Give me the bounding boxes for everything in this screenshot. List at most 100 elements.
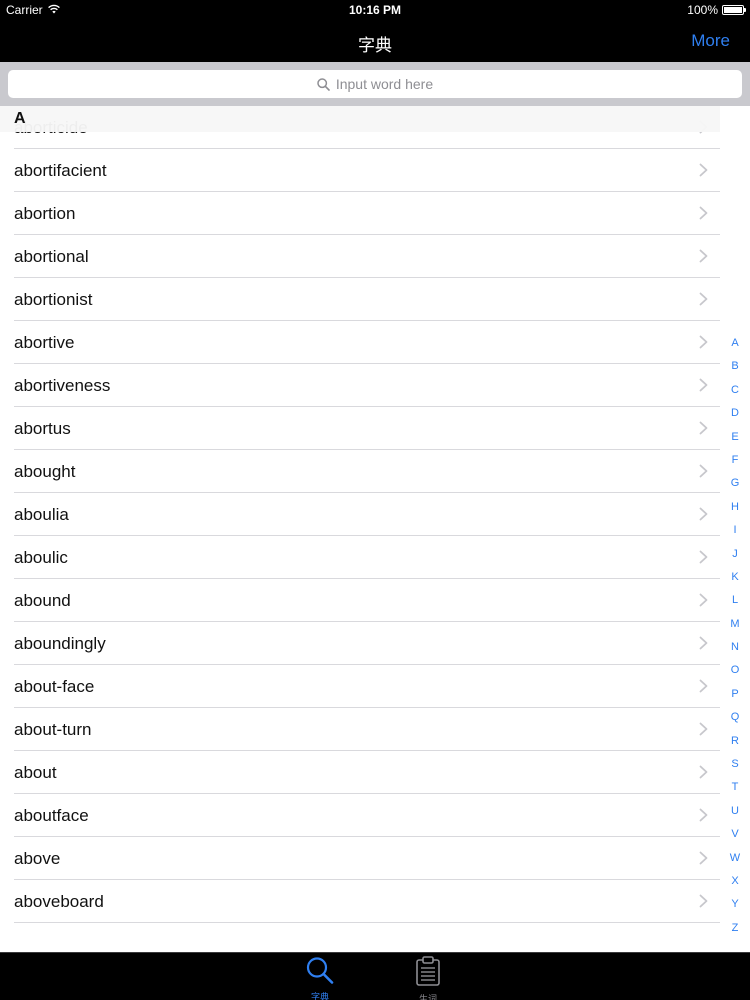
word-label: aboundingly: [14, 634, 106, 653]
chevron-right-icon: [699, 636, 708, 650]
word-label: about-face: [14, 677, 95, 696]
word-row[interactable]: about-turn: [14, 708, 720, 751]
chevron-right-icon: [699, 464, 708, 478]
word-row[interactable]: above: [14, 837, 720, 880]
more-button[interactable]: More: [691, 31, 730, 51]
word-row[interactable]: abortus: [14, 407, 720, 450]
word-row[interactable]: aboulic: [14, 536, 720, 579]
word-rows: abortaborticideabortifacientabortionabor…: [0, 106, 720, 923]
battery-icon: [722, 5, 746, 15]
index-letter[interactable]: X: [728, 874, 742, 897]
magnifier-icon: [305, 957, 335, 988]
word-row[interactable]: abortive: [14, 321, 720, 364]
index-letter[interactable]: B: [728, 359, 742, 382]
chevron-right-icon: [699, 249, 708, 263]
word-label: abound: [14, 591, 71, 610]
index-letter[interactable]: P: [728, 687, 742, 710]
index-letter[interactable]: L: [728, 593, 742, 616]
app-screen: Carrier 10:16 PM 100% 字典 More Input word…: [0, 0, 750, 1000]
word-row[interactable]: about: [14, 751, 720, 794]
index-letter[interactable]: E: [728, 430, 742, 453]
index-letter[interactable]: D: [728, 406, 742, 429]
chevron-right-icon: [699, 894, 708, 908]
index-letter[interactable]: R: [728, 734, 742, 757]
search-bar: Input word here: [0, 62, 750, 106]
index-letter[interactable]: Q: [728, 710, 742, 733]
battery-fill: [724, 7, 742, 13]
tab-bar: 字典 生词: [0, 952, 750, 1000]
index-letter[interactable]: U: [728, 804, 742, 827]
word-label: aboveboard: [14, 892, 104, 911]
word-label: abortiveness: [14, 376, 111, 395]
word-label: above: [14, 849, 61, 868]
tab-vocabulary-label: 生词: [418, 994, 437, 1000]
index-letter[interactable]: Z: [728, 921, 742, 944]
word-label: aboutface: [14, 806, 89, 825]
word-list: A abortaborticideabortifacientabortionab…: [0, 106, 750, 952]
chevron-right-icon: [699, 378, 708, 392]
word-label: abortional: [14, 247, 89, 266]
chevron-right-icon: [699, 335, 708, 349]
chevron-right-icon: [699, 421, 708, 435]
nav-title: 字典: [358, 36, 392, 55]
index-letter[interactable]: F: [728, 453, 742, 476]
tab-vocabulary[interactable]: 生词: [398, 956, 458, 1000]
word-row[interactable]: abortion: [14, 192, 720, 235]
chevron-right-icon: [699, 550, 708, 564]
chevron-right-icon: [699, 851, 708, 865]
navigation-bar: 字典 More: [0, 20, 750, 62]
word-row[interactable]: abound: [14, 579, 720, 622]
word-row[interactable]: abortiveness: [14, 364, 720, 407]
index-letter[interactable]: A: [728, 336, 742, 359]
index-letter[interactable]: M: [728, 617, 742, 640]
status-bar: Carrier 10:16 PM 100%: [0, 0, 750, 20]
word-label: about: [14, 763, 57, 782]
index-letter[interactable]: J: [728, 547, 742, 570]
section-header: A: [0, 106, 720, 132]
word-label: abortus: [14, 419, 71, 438]
chevron-right-icon: [699, 163, 708, 177]
index-letter[interactable]: O: [728, 663, 742, 686]
index-letter[interactable]: S: [728, 757, 742, 780]
index-letter[interactable]: G: [728, 476, 742, 499]
tab-dictionary-label: 字典: [310, 992, 329, 1000]
word-row[interactable]: abought: [14, 450, 720, 493]
word-row[interactable]: about-face: [14, 665, 720, 708]
word-row[interactable]: abortionist: [14, 278, 720, 321]
word-label: abortionist: [14, 290, 93, 309]
index-letter[interactable]: W: [728, 851, 742, 874]
search-placeholder: Input word here: [335, 76, 434, 92]
status-right: 100%: [687, 3, 746, 17]
search-input[interactable]: Input word here: [8, 70, 742, 98]
index-letter[interactable]: N: [728, 640, 742, 663]
word-row[interactable]: aboundingly: [14, 622, 720, 665]
chevron-right-icon: [699, 292, 708, 306]
chevron-right-icon: [699, 206, 708, 220]
index-letter[interactable]: I: [728, 523, 742, 546]
word-row[interactable]: aboveboard: [14, 880, 720, 923]
section-header-label: A: [14, 110, 26, 127]
chevron-right-icon: [699, 808, 708, 822]
battery-percent: 100%: [687, 3, 718, 17]
word-label: about-turn: [14, 720, 92, 739]
index-letter[interactable]: V: [728, 827, 742, 850]
word-label: aboulia: [14, 505, 69, 524]
search-icon: [317, 77, 330, 91]
chevron-right-icon: [699, 765, 708, 779]
chevron-right-icon: [699, 593, 708, 607]
index-letter[interactable]: Y: [728, 897, 742, 920]
word-label: abortion: [14, 204, 76, 223]
word-row[interactable]: abortional: [14, 235, 720, 278]
index-letter[interactable]: T: [728, 780, 742, 803]
index-letter[interactable]: H: [728, 500, 742, 523]
word-row[interactable]: aboutface: [14, 794, 720, 837]
word-label: abortive: [14, 333, 75, 352]
word-row[interactable]: abortifacient: [14, 149, 720, 192]
index-letter[interactable]: C: [728, 383, 742, 406]
chevron-right-icon: [699, 507, 708, 521]
section-index[interactable]: ABCDEFGHIJKLMNOPQRSTUVWXYZ: [728, 336, 742, 944]
status-time: 10:16 PM: [348, 3, 402, 17]
index-letter[interactable]: K: [728, 570, 742, 593]
word-row[interactable]: aboulia: [14, 493, 720, 536]
tab-dictionary[interactable]: 字典: [290, 956, 350, 1000]
